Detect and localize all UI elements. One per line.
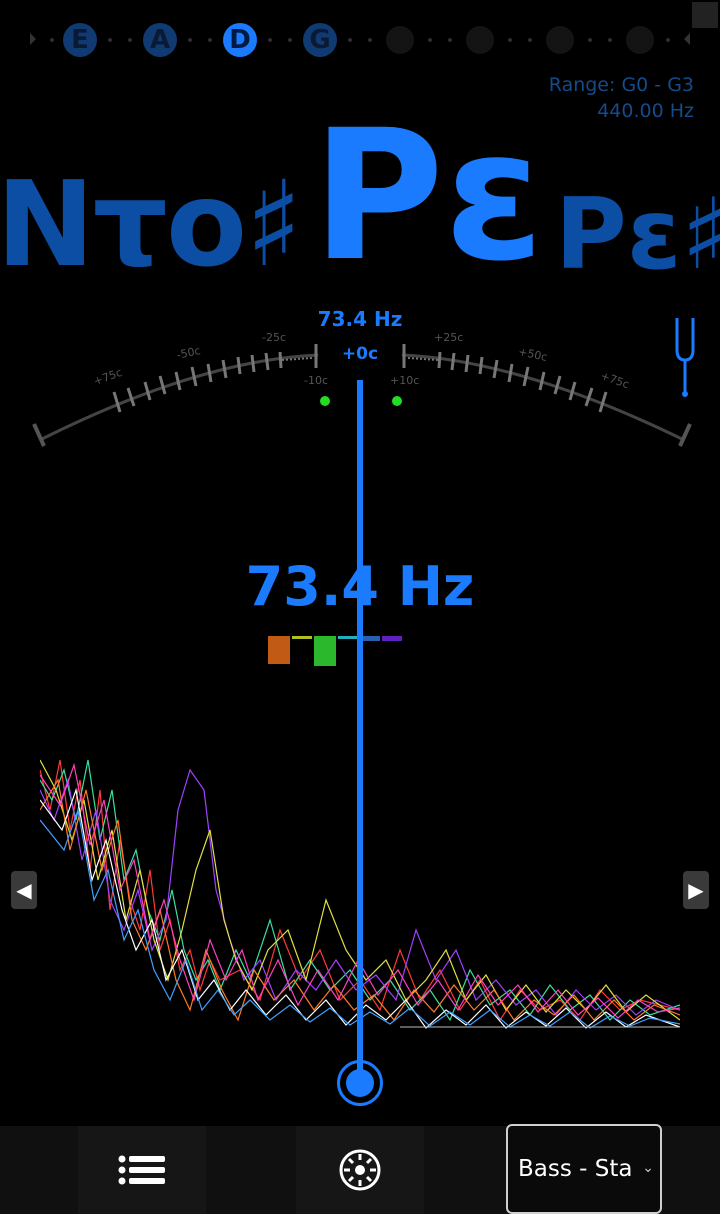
tuning-fork-icon[interactable] bbox=[672, 316, 698, 398]
next-arrow-glyph: ▶ bbox=[688, 878, 704, 902]
in-tune-left-dot bbox=[320, 396, 330, 406]
note-previous: Ντο♯ bbox=[0, 155, 302, 293]
list-menu-icon bbox=[118, 1155, 165, 1185]
string-selector: E A D G bbox=[0, 0, 720, 80]
tick-label-minus-10: -10c bbox=[304, 374, 328, 387]
chevron-down-icon: ⌄ bbox=[642, 1160, 654, 1176]
cents-offset: +0c bbox=[341, 344, 379, 364]
tick-label-minus-50: -50c bbox=[176, 344, 202, 362]
string-slot-6[interactable] bbox=[466, 26, 494, 54]
string-e-label: E bbox=[71, 25, 89, 55]
corner-toggle[interactable] bbox=[692, 2, 718, 28]
gauge-frequency: 73.4 Hz bbox=[317, 307, 403, 331]
tuning-select[interactable]: Bass - Sta ⌄ bbox=[506, 1124, 662, 1214]
needle-pivot-core bbox=[346, 1069, 374, 1097]
tuning-needle bbox=[357, 380, 363, 1085]
settings-button[interactable] bbox=[296, 1126, 424, 1214]
string-a-label: A bbox=[149, 25, 171, 55]
string-g-button[interactable]: G bbox=[303, 23, 337, 57]
tuning-select-value: Bass - Sta bbox=[518, 1156, 633, 1182]
prev-arrow-glyph: ◀ bbox=[16, 878, 32, 902]
tick-label-plus-25: +25c bbox=[434, 331, 463, 344]
tick-label-plus-75: +75c bbox=[599, 369, 631, 391]
reference-frequency: 440.00 Hz bbox=[597, 100, 694, 122]
tick-label-plus-50: +50c bbox=[517, 345, 548, 364]
in-tune-right-dot bbox=[392, 396, 402, 406]
menu-button[interactable] bbox=[78, 1126, 206, 1214]
tick-label-minus-25: -25c bbox=[262, 331, 286, 344]
dial-settings-icon bbox=[339, 1149, 381, 1191]
harmonic-bars bbox=[268, 636, 402, 666]
note-current: Ρε bbox=[312, 92, 545, 301]
string-slot-8[interactable] bbox=[626, 26, 654, 54]
tick-label-plus-10: +10c bbox=[390, 374, 419, 387]
string-d-label: D bbox=[229, 25, 251, 55]
string-slot-7[interactable] bbox=[546, 26, 574, 54]
arrow-right-icon[interactable]: ▶ bbox=[683, 871, 709, 909]
string-slot-5[interactable] bbox=[386, 26, 414, 54]
range-text: Range: G0 - G3 bbox=[548, 74, 694, 96]
string-a-button[interactable]: A bbox=[143, 23, 177, 57]
string-d-button[interactable]: D bbox=[223, 23, 257, 57]
note-next: Ρε♯ bbox=[555, 178, 720, 292]
range-info: Range: G0 - G3 440.00 Hz bbox=[549, 72, 694, 124]
string-e-button[interactable]: E bbox=[63, 23, 97, 57]
string-track bbox=[30, 33, 690, 45]
string-g-label: G bbox=[309, 25, 331, 55]
arrow-left-icon[interactable]: ◀ bbox=[11, 871, 37, 909]
tick-label-minus-75: +75c bbox=[92, 366, 124, 388]
